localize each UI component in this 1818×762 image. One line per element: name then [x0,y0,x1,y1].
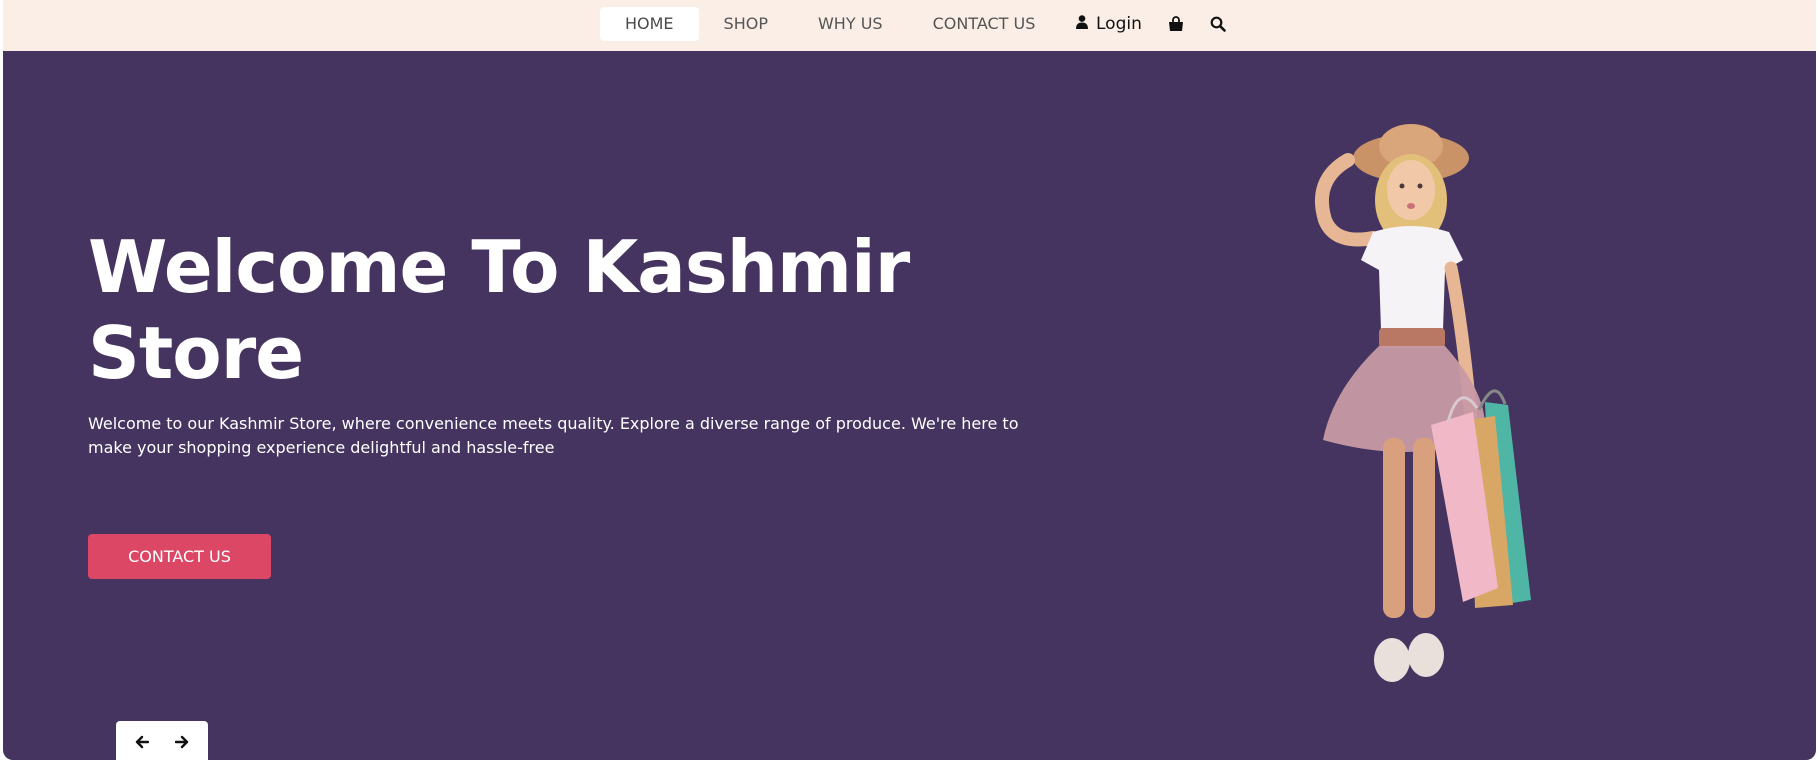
top-navigation-bar: HOME SHOP WHY US CONTACT US Login [3,0,1816,51]
slider-controls [116,721,208,760]
hero-title: Welcome To Kashmir Store [88,224,988,396]
hero-title-line-1: Welcome To Kashmir [88,225,910,309]
login-label: Login [1096,14,1142,34]
contact-us-button[interactable]: CONTACT US [88,534,271,579]
arrow-right-icon[interactable] [167,727,197,757]
nav-item-shop[interactable]: SHOP [699,7,793,41]
page: HOME SHOP WHY US CONTACT US Login Welcom… [3,0,1816,760]
arrow-left-icon[interactable] [127,727,157,757]
nav-item-contact-us[interactable]: CONTACT US [908,7,1061,41]
nav-item-why-us[interactable]: WHY US [793,7,908,41]
user-icon [1076,14,1088,34]
nav-item-home[interactable]: HOME [600,7,699,41]
shopping-bag-icon[interactable] [1168,16,1184,32]
hero-title-line-2: Store [88,311,304,395]
login-link[interactable]: Login [1076,14,1142,34]
main-nav: HOME SHOP WHY US CONTACT US [600,7,1060,41]
nav-tools: Login [1076,7,1226,41]
search-icon[interactable] [1210,16,1226,32]
hero-description: Welcome to our Kashmir Store, where conv… [88,414,1019,457]
girl-with-shopping-bags-image [1314,124,1531,682]
